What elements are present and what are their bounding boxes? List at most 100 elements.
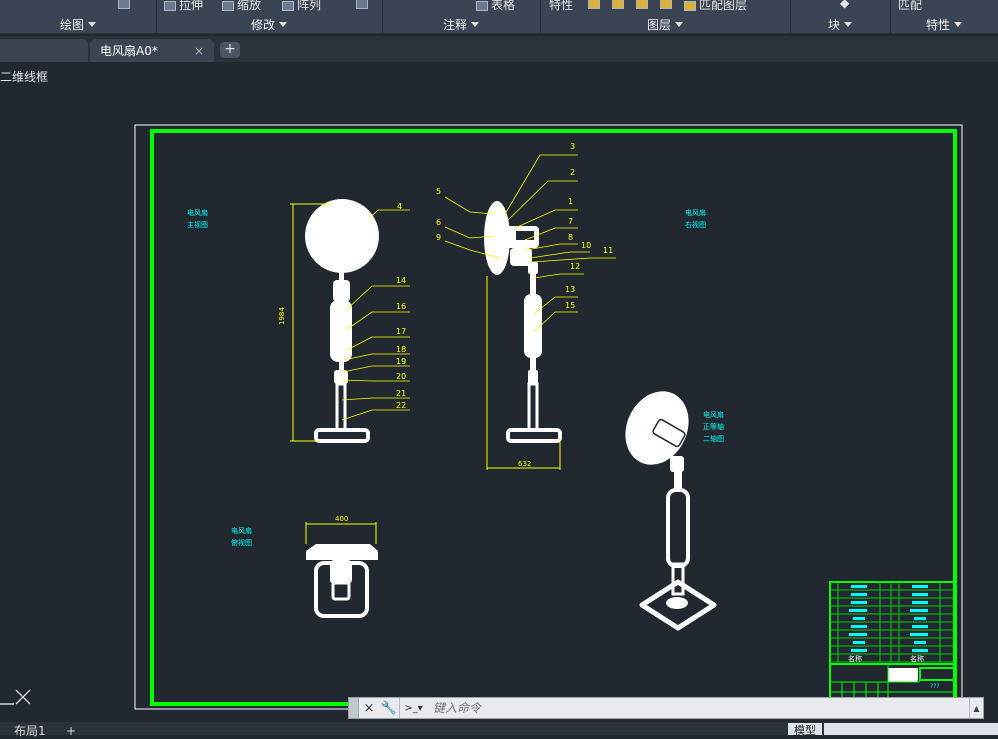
chevron-down-icon: [844, 21, 852, 27]
block-dropdown-icon[interactable]: ◆: [840, 0, 849, 10]
side-view-label-1: 电风扇: [685, 208, 706, 217]
callout-17: 17: [396, 327, 406, 336]
front-view-label-2: 主视图: [187, 220, 208, 229]
scale-button[interactable]: 缩放: [222, 0, 261, 13]
callout-19: 19: [396, 357, 406, 366]
model-space-button[interactable]: 模型: [788, 723, 822, 737]
height-dimension: 1984: [278, 307, 286, 325]
iso-view-label-1: 电风扇: [703, 410, 724, 419]
callout-20: 20: [396, 372, 406, 381]
panel-modify-label: 修改: [250, 17, 275, 32]
callout-2: 2: [570, 168, 575, 177]
array-label: 阵列: [297, 0, 322, 12]
top-view-label-2: 俯视图: [231, 538, 252, 547]
front-view-label-1: 电风扇: [187, 208, 208, 217]
command-line: × 🔧 >_▾ ▲: [348, 697, 984, 719]
callout-1: 1: [568, 197, 573, 206]
panel-block-label: 块: [827, 17, 840, 32]
table-label: 表格: [491, 0, 516, 12]
match-layer-button[interactable]: 匹配图层: [684, 0, 747, 13]
ribbon-tool-icon[interactable]: [118, 0, 133, 10]
callout-10: 10: [581, 241, 591, 250]
panel-block[interactable]: 块: [790, 15, 890, 33]
drawing-frame: [150, 129, 957, 706]
callout-6: 6: [436, 218, 441, 227]
side-view-label-2: 右视图: [685, 220, 706, 229]
ribbon-tool-row: 拉伸 缩放 阵列 表格 特性 匹配图层 ◆ 匹配: [0, 0, 998, 14]
top-view: 400: [305, 515, 378, 618]
add-layout-button[interactable]: +: [66, 723, 76, 738]
wrench-icon[interactable]: 🔧: [379, 698, 399, 718]
close-icon[interactable]: ×: [194, 44, 204, 58]
drawing-canvas[interactable]: 1984 4 14 16 17 18 19 20 21 22 632 5 6 9…: [0, 62, 998, 722]
tab-layout1[interactable]: 布局1: [14, 723, 46, 738]
ribbon-tool-icon[interactable]: [356, 0, 371, 10]
callout-16: 16: [396, 302, 406, 311]
parts-header-right: 名称: [910, 654, 924, 663]
layer-tool-icon[interactable]: [612, 0, 627, 10]
chevron-down-icon: [675, 21, 683, 27]
panel-layers-label: 图层: [646, 17, 671, 32]
layer-tool-icon[interactable]: [636, 0, 651, 10]
isometric-view: [625, 391, 717, 631]
status-toggles[interactable]: [824, 723, 998, 735]
command-line-grip[interactable]: [349, 698, 359, 718]
side-view: 632: [444, 154, 616, 470]
callout-11: 11: [603, 246, 613, 255]
match-layer-label: 匹配图层: [699, 0, 748, 12]
panel-layers[interactable]: 图层: [540, 15, 790, 33]
callout-12: 12: [570, 262, 580, 271]
title-block-total: ???: [930, 683, 940, 690]
callout-18: 18: [396, 345, 406, 354]
callout-9: 9: [436, 233, 441, 242]
top-view-label-1: 电风扇: [231, 526, 252, 535]
panel-properties-label: 特性: [925, 17, 950, 32]
command-prompt-icon[interactable]: >_▾: [399, 698, 427, 718]
side-width-dimension: 632: [518, 460, 531, 468]
callout-7: 7: [568, 217, 573, 226]
layer-tool-icon[interactable]: [588, 0, 603, 10]
callout-3: 3: [570, 142, 575, 151]
tab-drawing-active[interactable]: 电风扇A0* ×: [90, 39, 214, 62]
layer-tool-icon[interactable]: [660, 0, 675, 10]
panel-draw[interactable]: 绘图: [0, 15, 156, 33]
tab-drawing-label: 电风扇A0*: [100, 44, 158, 58]
callout-4: 4: [397, 202, 402, 211]
chevron-up-icon[interactable]: ▲: [969, 698, 983, 718]
panel-modify[interactable]: 修改: [156, 15, 382, 33]
callout-22: 22: [396, 401, 406, 410]
array-button[interactable]: 阵列: [282, 0, 321, 13]
stretch-button[interactable]: 拉伸: [164, 0, 203, 13]
iso-view-label-2: 正等轴: [703, 422, 724, 431]
chevron-down-icon: [954, 21, 962, 27]
tab-start[interactable]: [0, 39, 88, 62]
callout-15: 15: [565, 301, 575, 310]
command-input[interactable]: [427, 698, 969, 718]
panel-draw-label: 绘图: [59, 17, 84, 32]
chevron-down-icon: [471, 21, 479, 27]
stretch-label: 拉伸: [179, 0, 204, 12]
callout-8: 8: [568, 233, 573, 242]
ucs-icon: [0, 689, 31, 705]
new-tab-button[interactable]: +: [220, 42, 240, 58]
callout-13: 13: [565, 285, 575, 294]
close-icon[interactable]: ×: [359, 698, 379, 718]
panel-properties[interactable]: 特性: [890, 15, 998, 33]
panel-annotate[interactable]: 注释: [382, 15, 540, 33]
viewport-visual-style[interactable]: 二维线框: [0, 68, 48, 85]
callout-14: 14: [396, 276, 406, 285]
table-button[interactable]: 表格: [476, 0, 515, 13]
ribbon: 拉伸 缩放 阵列 表格 特性 匹配图层 ◆ 匹配 绘图 修改 注释 图层 块 特…: [0, 0, 998, 34]
callout-21: 21: [396, 389, 406, 398]
top-width-dimension: 400: [335, 515, 348, 523]
match-properties-label[interactable]: 匹配: [898, 0, 922, 13]
front-view: 1984: [278, 199, 410, 443]
front-callouts: 4 14 16 17 18 19 20 21 22: [396, 202, 406, 410]
parts-header-left: 名称: [848, 654, 862, 663]
status-bar: 布局1 + 模型: [0, 722, 998, 738]
chevron-down-icon: [88, 21, 96, 27]
iso-view-label-3: 二轴图: [703, 434, 724, 443]
file-tab-bar: 电风扇A0* × +: [0, 36, 998, 62]
callout-5: 5: [436, 187, 441, 196]
properties-label[interactable]: 特性: [549, 0, 573, 13]
